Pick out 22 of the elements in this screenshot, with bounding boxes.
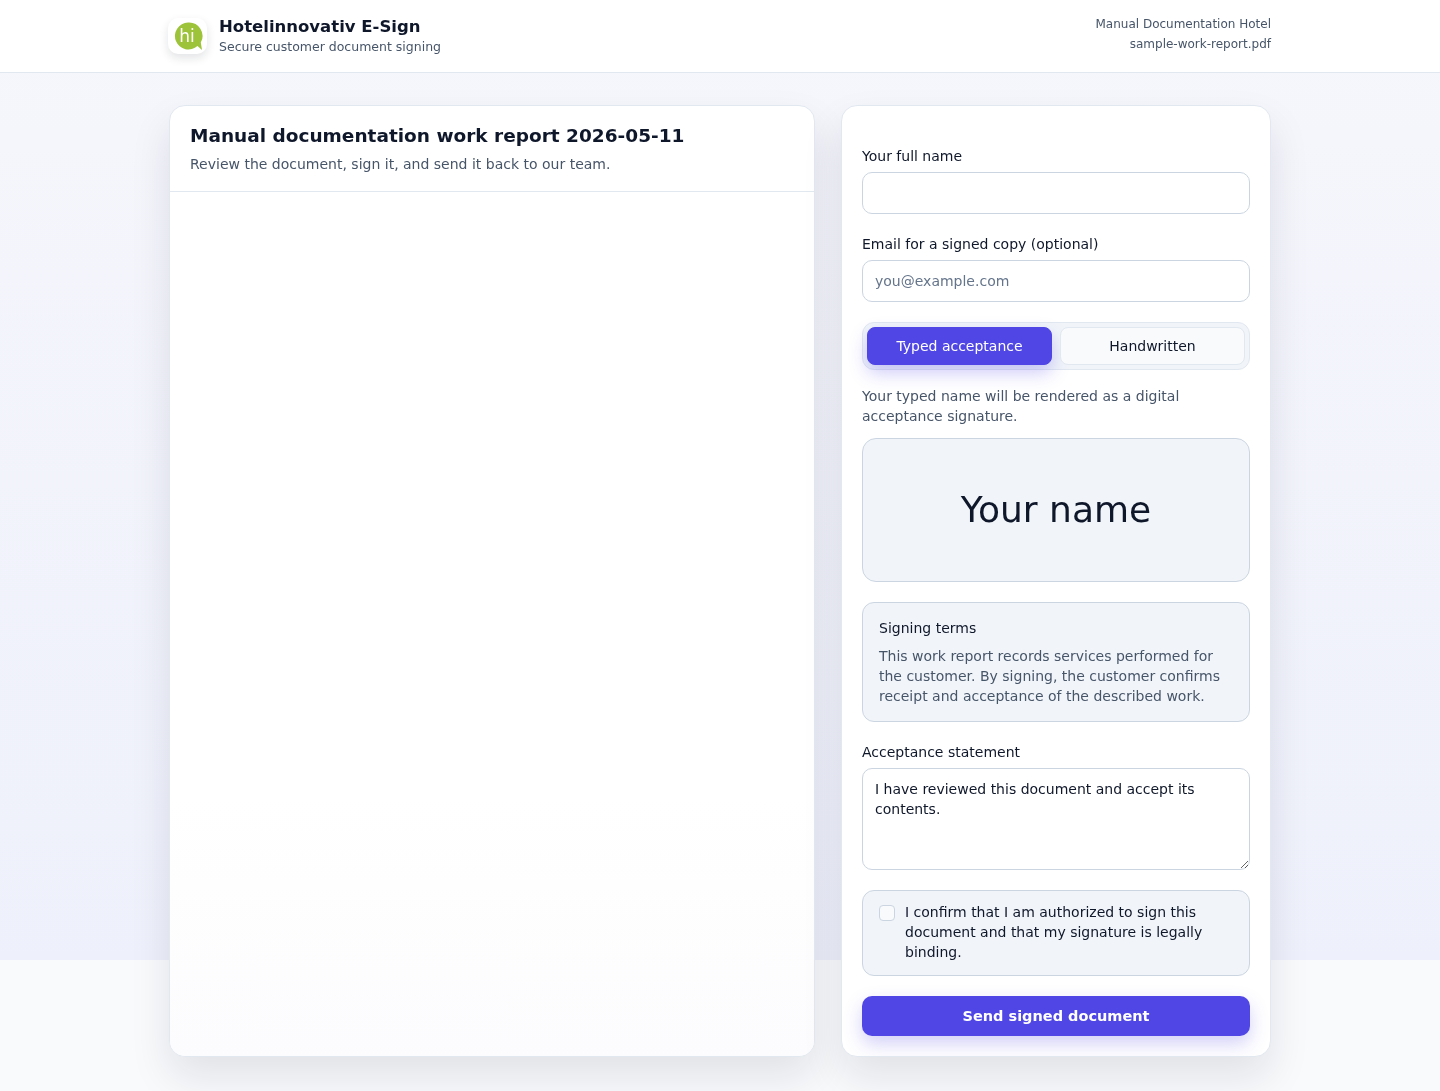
organization-name: Manual Documentation Hotel [1095,16,1271,33]
terms-title: Signing terms [879,619,978,638]
logo: hi [168,18,207,54]
document-title: Manual documentation work report 2026-05-11 [190,124,686,148]
signature-mode-tab[interactable]: Typed acceptance [867,327,1052,365]
confirm-checkbox[interactable] [879,905,895,921]
email-input[interactable]: you@example.com [862,260,1250,302]
field-label: Email for a signed copy (optional) [862,235,1100,254]
signature-preview-text: Your name [960,488,1152,532]
confirmation-text: I confirm that I am authorized to sign this document and that my signature is legally binding. [905,903,1204,962]
document-subtitle: Review the document, sign it, and send it back to our team. [190,155,612,174]
signature-mode-tab[interactable]: Handwritten [1060,327,1245,365]
acceptance-statement-textarea[interactable]: I have reviewed this document and accept its contents. [862,768,1250,870]
field-label: Acceptance statement [862,743,1021,762]
app-subtitle: Secure customer document signing [219,38,441,55]
signature-hint: Your typed name will be rendered as a digital acceptance signature. [862,387,1181,426]
app-title: Hotelinnovativ E-Sign [219,17,422,37]
file-name: sample-work-report.pdf [1129,36,1271,53]
terms-text: This work report records services performed for the customer. By signing, the customer confirms receipt and acceptance of the described work. [879,647,1221,706]
send-signed-document-button[interactable]: Send signed document [862,996,1250,1036]
field-label: Your full name [862,147,964,166]
full-name-input[interactable] [862,172,1250,214]
